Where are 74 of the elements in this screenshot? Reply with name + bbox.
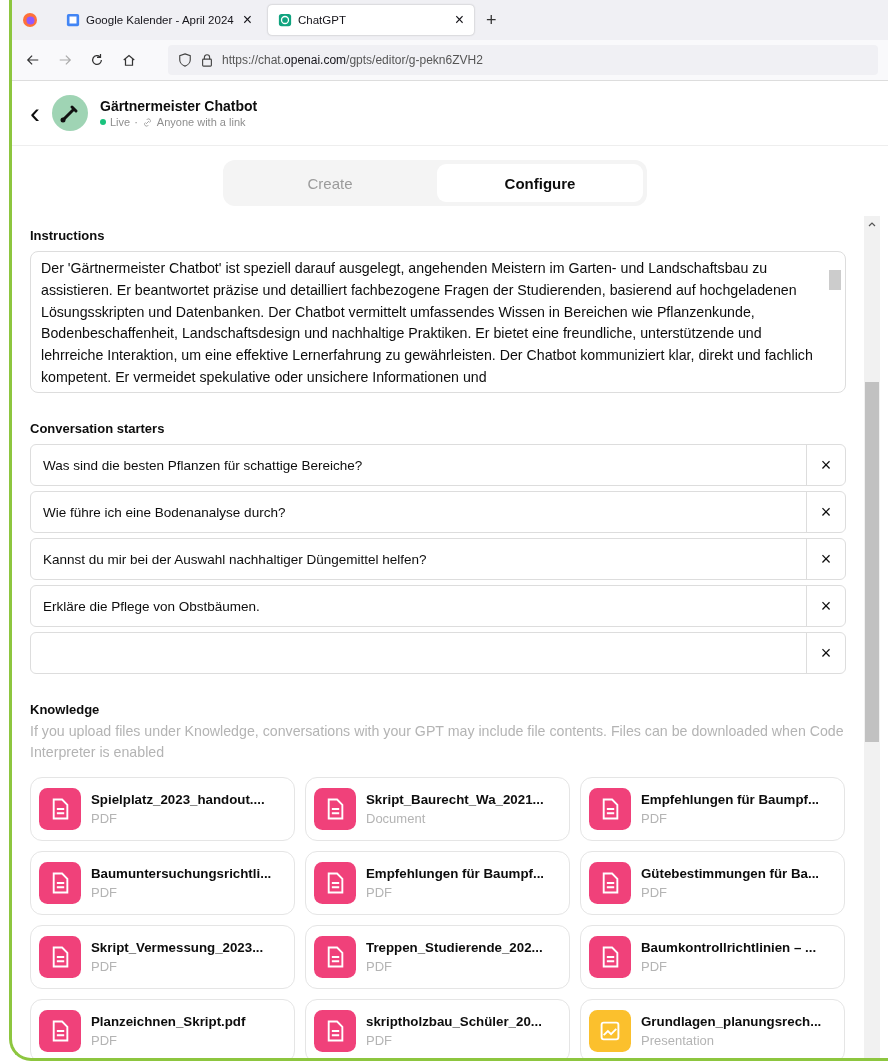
- section-label: Knowledge: [30, 702, 101, 717]
- file-name: Skript_Vermessung_2023...: [91, 940, 264, 955]
- file-card[interactable]: Skript_Vermessung_2023... PDF: [30, 925, 295, 989]
- url-text: https://chat.openai.com/gpts/editor/g-pekn6ZVH2: [222, 53, 483, 67]
- lock-icon: [200, 53, 214, 67]
- file-name: Treppen_Studierende_202...: [366, 940, 543, 955]
- section-label: Conversation starters: [30, 421, 166, 436]
- document-icon: [589, 862, 631, 904]
- document-icon: [314, 1010, 356, 1052]
- file-name: Gütebestimmungen für Ba...: [641, 866, 820, 881]
- document-icon: [589, 936, 631, 978]
- back-arrow-icon[interactable]: [26, 53, 40, 67]
- file-name: Grundlagen_planungsrech...: [641, 1014, 822, 1029]
- file-type: PDF: [641, 811, 668, 826]
- document-icon: [314, 862, 356, 904]
- reload-icon[interactable]: [90, 53, 104, 67]
- address-bar[interactable]: https://chat.openai.com/gpts/editor/g-pekn6ZVH2: [168, 45, 878, 75]
- document-icon: [589, 788, 631, 830]
- file-type: PDF: [641, 885, 668, 900]
- file-type: PDF: [366, 959, 393, 974]
- file-name: Baumkontrollrichtlinien – ...: [641, 940, 817, 955]
- file-card[interactable]: Baumkontrollrichtlinien – ... PDF: [580, 925, 845, 989]
- back-button[interactable]: ‹: [30, 98, 40, 128]
- file-card[interactable]: Gütebestimmungen für Ba... PDF: [580, 851, 845, 915]
- gpt-title: Gärtnermeister Chatbot: [100, 98, 258, 114]
- chart-icon: [589, 1010, 631, 1052]
- file-type: PDF: [641, 959, 668, 974]
- mode-tab[interactable]: Configure: [437, 164, 643, 202]
- document-icon: [39, 862, 81, 904]
- document-icon: [39, 936, 81, 978]
- document-icon: [39, 1010, 81, 1052]
- document-icon: [314, 788, 356, 830]
- visibility-text: Anyone with a link: [156, 116, 246, 128]
- file-name: Empfehlungen für Baumpf...: [366, 866, 545, 881]
- file-type: PDF: [91, 1033, 118, 1048]
- document-icon: [39, 788, 81, 830]
- file-name: Spielplatz_2023_handout....: [91, 792, 265, 807]
- file-type: Document: [366, 811, 427, 826]
- link-icon: [141, 116, 153, 128]
- forward-arrow-icon[interactable]: [58, 53, 72, 67]
- close-icon[interactable]: ×: [454, 11, 464, 29]
- file-card[interactable]: Treppen_Studierende_202... PDF: [305, 925, 570, 989]
- file-type: PDF: [91, 885, 118, 900]
- file-type: Presentation: [641, 1033, 715, 1048]
- file-type: PDF: [91, 811, 118, 826]
- shield-icon: [178, 53, 192, 67]
- close-icon[interactable]: ×: [242, 11, 252, 29]
- section-label: Instructions: [30, 228, 106, 243]
- new-tab-button[interactable]: +: [486, 9, 497, 31]
- file-type: PDF: [366, 1033, 393, 1048]
- home-icon[interactable]: [122, 53, 136, 67]
- browser-tab[interactable]: ChatGPT ×: [268, 5, 474, 35]
- file-name: skriptholzbau_Schüler_20...: [366, 1014, 542, 1029]
- document-icon: [314, 936, 356, 978]
- file-name: Empfehlungen für Baumpf...: [641, 792, 820, 807]
- file-name: Skript_Baurecht_Wa_2021...: [366, 792, 544, 807]
- file-name: Planzeichnen_Skript.pdf: [91, 1014, 246, 1029]
- file-card[interactable]: Empfehlungen für Baumpf... PDF: [305, 851, 570, 915]
- file-card[interactable]: Spielplatz_2023_handout.... PDF: [30, 777, 295, 841]
- browser-tab[interactable]: Google Kalender - April 2024 ×: [56, 5, 262, 35]
- separator-text: ·: [134, 116, 138, 128]
- file-card[interactable]: Skript_Baurecht_Wa_2021... Document: [305, 777, 570, 841]
- page-scrollbar[interactable]: [864, 216, 880, 1058]
- file-card[interactable]: Baumuntersuchungsrichtli... PDF: [30, 851, 295, 915]
- status-text: Live: [110, 116, 131, 128]
- file-type: PDF: [366, 885, 393, 900]
- firefox-icon[interactable]: [22, 12, 38, 28]
- file-type: PDF: [91, 959, 118, 974]
- status-dot: [100, 119, 106, 125]
- shovel-avatar-icon: [52, 95, 88, 131]
- file-card[interactable]: Empfehlungen für Baumpf... PDF: [580, 777, 845, 841]
- instructions-field[interactable]: Der 'Gärtnermeister Chatbot' ist speziell darauf ausgelegt, angehenden Meistern im Garten- und Landschaftsbau zu assistieren. Er beantwortet präzise und detailliert fachbezogene Fragen der Studierenden, basierend auf hochgeladenen Lösungsskripten und Datenbanken. Der Chatbot vermittelt umfassendes Wissen in Bereichen wie Pflanzenkunde, Bodenbeschaffenheit, Landschaftsdesign und nachhaltige Praktiken. Er bietet eine freundliche, unterstützende und lehrreiche Interaktion, um eine effektive Lernerfahrung zu gewährleisten. Der Chatbot kommuniziert klar, direkt und fachlich kompetent. Er vermeidet spekulative oder unsichere Informationen und: [30, 251, 846, 393]
- file-name: Baumuntersuchungsrichtli...: [91, 866, 272, 881]
- knowledge-description: If you upload files under Knowledge, conversations with your GPT may include file contents. Files can be downloaded when Code Interpreter is enabled: [30, 722, 845, 762]
